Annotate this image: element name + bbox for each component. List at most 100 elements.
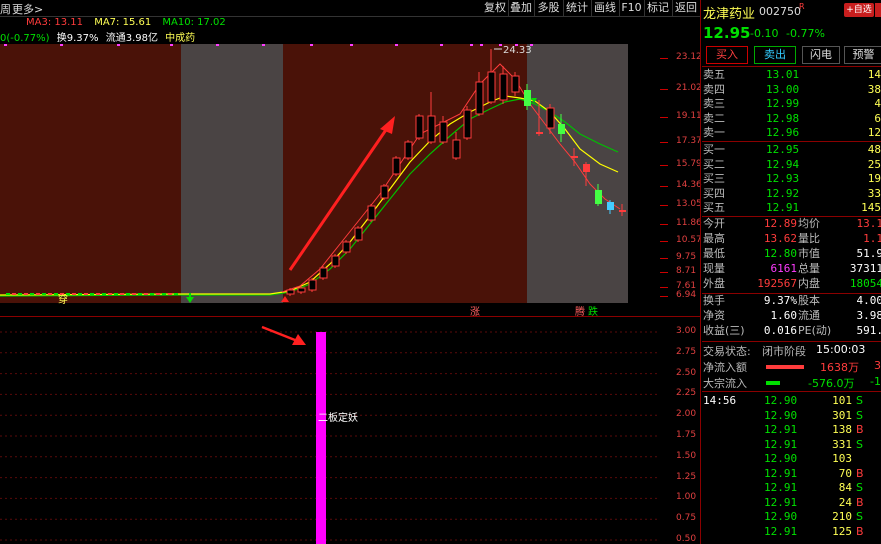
- bids-row[interactable]: 买三 12.93 19: [702, 172, 881, 187]
- net-inflow-value: 1638万: [820, 361, 859, 374]
- bids-row[interactable]: 买四 12.92 33: [702, 187, 881, 202]
- flash-button[interactable]: 闪电: [802, 46, 840, 64]
- bids-price: 12.91: [766, 201, 800, 215]
- tick-price: 12.91: [764, 437, 798, 451]
- candle-body: [120, 293, 124, 295]
- bids-row[interactable]: 买二 12.94 25: [702, 158, 881, 173]
- tick-volume: 103: [832, 452, 852, 465]
- candle-body: [392, 157, 401, 175]
- asks-volume: 6: [874, 111, 881, 125]
- sell-button[interactable]: 卖出: [754, 46, 796, 64]
- current-price: 12.95: [703, 24, 751, 42]
- price-tick: 13.05: [676, 199, 702, 209]
- asks-row[interactable]: 卖四 13.00 38: [702, 83, 881, 98]
- toolbar-button-3[interactable]: 统计: [563, 0, 592, 16]
- tick-row: 12.91 125 B: [702, 525, 881, 540]
- toolbar-button-2[interactable]: 多股: [534, 0, 564, 16]
- candle-body: [583, 164, 590, 172]
- candle-body: [607, 202, 614, 210]
- toolbar-button-1[interactable]: 叠加: [508, 0, 535, 16]
- price-tick-mark: [660, 241, 668, 242]
- tick-row: 12.90 301 S: [702, 409, 881, 424]
- tick-volume: 331: [832, 437, 852, 451]
- stats-value-1: 12.89: [763, 217, 797, 230]
- asks-label: 卖四: [703, 82, 725, 96]
- candle-body: [367, 205, 376, 221]
- price-tick: 9.75: [676, 252, 697, 262]
- price-tick: 8.71: [676, 266, 697, 276]
- asks-volume: 38: [867, 82, 881, 96]
- tick-list[interactable]: 14:56 12.90 101 S 12.90 301 S 12.91 138 B 12.91 331…: [702, 394, 881, 544]
- stats-block-2: 换手 9.37% 股本 4.00 净资 1.60 流通 3.98 收益(三) 0.016 PE(动)…: [702, 294, 881, 340]
- asks-row[interactable]: 卖一 12.96 12: [702, 126, 881, 141]
- right-panel-divider: [700, 0, 701, 544]
- candle-body: [12, 293, 16, 295]
- bids-row[interactable]: 买一 12.95 48: [702, 143, 881, 158]
- stats-value-2: 18054: [849, 277, 881, 290]
- indicator-panel[interactable]: 二板定妖: [0, 318, 660, 544]
- candle-body: [319, 267, 328, 279]
- candle-body: [96, 293, 100, 295]
- candle-body: [114, 293, 118, 295]
- candle-body: [156, 293, 160, 295]
- tick-row: 12.91 331 S: [702, 438, 881, 453]
- net-inflow-label: 净流入额: [703, 361, 747, 374]
- stats-value-2: 1.1: [863, 232, 881, 245]
- bids-row[interactable]: 买五 12.91 145: [702, 201, 881, 216]
- tick-price: 12.91: [764, 481, 798, 494]
- stats2-key-2: 流通: [798, 309, 820, 322]
- toolbar-button-6[interactable]: 标记: [644, 0, 673, 16]
- block-inflow-bar: [766, 381, 780, 385]
- bids-price: 12.94: [766, 157, 800, 171]
- toolbar-button-7[interactable]: 返回: [672, 0, 701, 16]
- candle-body: [595, 190, 602, 204]
- tick-side: S: [856, 437, 863, 451]
- asks-row[interactable]: 卖三 12.99 4: [702, 97, 881, 112]
- candle-body: [126, 293, 130, 295]
- indicator-tick: 2.25: [676, 388, 697, 399]
- price-tick-mark: [660, 224, 668, 225]
- asks-price: 13.01: [766, 68, 800, 81]
- add-favorite-button[interactable]: +自选: [844, 3, 874, 17]
- candle-body: [108, 293, 112, 295]
- top-dot: [117, 44, 120, 46]
- stats2-key-2: 股本: [798, 294, 820, 307]
- bids-price: 12.93: [766, 172, 800, 186]
- kline-chart[interactable]: 24.33 穿 涨 腾 跌: [0, 44, 660, 318]
- buy-button[interactable]: 买入: [706, 46, 748, 64]
- stats-value-1: 192567: [757, 277, 797, 290]
- candle-body: [24, 293, 28, 295]
- toolbar-button-5[interactable]: F10: [619, 0, 645, 16]
- tick-side: B: [856, 524, 864, 538]
- tick-volume: 138: [832, 423, 852, 436]
- asks-row[interactable]: 卖五 13.01 14: [702, 68, 881, 83]
- expand-button[interactable]: [875, 3, 881, 17]
- bids-volume: 25: [867, 157, 881, 171]
- toolbar-button-4[interactable]: 画线: [591, 0, 620, 16]
- stats2-key-1: 净资: [703, 309, 725, 322]
- zone-red-1: [0, 44, 181, 303]
- asks-volume: 4: [874, 97, 881, 111]
- stats-key-2: 均价: [798, 217, 820, 230]
- bids-price: 12.92: [766, 186, 800, 200]
- top-dot: [216, 44, 219, 46]
- bids-price: 12.95: [766, 143, 800, 156]
- candle-body: [42, 293, 46, 295]
- alert-button[interactable]: 预警: [844, 46, 881, 64]
- asks-row[interactable]: 卖二 12.98 6: [702, 112, 881, 127]
- stock-badge: R: [799, 2, 805, 11]
- price-tick-mark: [660, 117, 668, 118]
- more-menu[interactable]: 更多>: [12, 1, 43, 17]
- add-favorite-label: +自选: [846, 5, 872, 15]
- signal-bar: [316, 332, 326, 544]
- candle-body: [308, 279, 317, 291]
- stock-header: 龙津药业 002750 R +自选: [702, 0, 881, 22]
- stats2-value-2: 4.00: [856, 294, 881, 307]
- indicator-tick: 1.00: [676, 492, 697, 503]
- toolbar-left-label[interactable]: 周: [0, 1, 11, 17]
- candle-body: [342, 241, 351, 253]
- price-tick: 15.79: [676, 159, 702, 169]
- toolbar-button-0[interactable]: 复权: [482, 0, 509, 16]
- tick-price: 12.91: [764, 466, 798, 480]
- block-inflow-extra: -1: [870, 375, 881, 388]
